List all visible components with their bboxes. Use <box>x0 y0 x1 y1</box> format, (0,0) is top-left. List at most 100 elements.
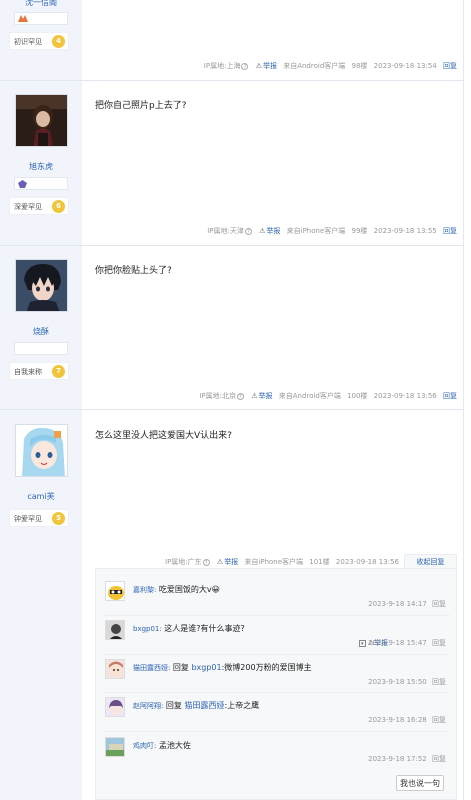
user-badge-row <box>14 12 68 25</box>
sub-reply-user[interactable]: bxgp01: <box>133 625 162 633</box>
sub-reply-text: 吃爱国饭的大v <box>158 585 212 594</box>
sub-reply-content: bxgp01: 这人是谁?有什么事迹? <box>133 623 245 634</box>
badge-icon <box>18 180 27 190</box>
sub-reply-meta: 2023-9-18 16:28 回复 <box>368 715 446 725</box>
sub-reply-meta: 2023-9-18 17:52 回复 <box>368 754 446 764</box>
sub-reply-content: 猫田露西娅: 回复 bxgp01:微博200万粉的爱国博主 <box>133 662 312 673</box>
post-time: 2023-09-18 13:56 <box>335 558 399 566</box>
badge-icon <box>18 15 28 24</box>
reply-link[interactable]: 回复 <box>443 61 457 71</box>
sub-reply-link[interactable]: 回复 <box>432 716 446 724</box>
client-source[interactable]: 来自Android客户端 <box>283 61 345 71</box>
post-meta: IP属地:北京? ⚠举报 来自Android客户端 100楼 2023-09-1… <box>95 391 457 403</box>
warning-icon: ⚠ <box>255 62 262 70</box>
sub-reply-text: 孟池大佐 <box>158 741 191 750</box>
sub-reply-time: 2023-9-18 16:28 <box>368 716 427 724</box>
sub-reply-content: 鸡肉叮: 孟池大佐 <box>133 740 191 751</box>
post-username[interactable]: 旭东虎 <box>0 161 82 172</box>
sub-reply-link[interactable]: 回复 <box>432 678 446 686</box>
sub-reply-user[interactable]: 猫田露西娅: <box>133 664 170 672</box>
sub-reply-text: 这人是谁?有什么事迹? <box>164 624 245 633</box>
list-item: 鸡肉叮: 孟池大佐 2023-9-18 17:52 回复 <box>105 737 450 773</box>
level-title: 自我来称 <box>14 368 42 376</box>
help-icon[interactable]: ? <box>237 392 244 400</box>
post-meta: IP属地:上海? ⚠举报 来自Android客户端 98楼 2023-09-18… <box>95 61 457 73</box>
post-content: 把你自己照片p上去了? <box>95 101 187 111</box>
client-source[interactable]: 来自Android客户端 <box>279 391 341 401</box>
sub-reply-user[interactable]: 赵阿阿翔: <box>133 702 163 710</box>
post-divider <box>0 80 463 81</box>
thread-page: 沈一信阁 初识罕见 4 IP属地:上海? ⚠举报 来自Android客户端 98… <box>0 0 471 800</box>
report-link[interactable]: 举报 <box>266 226 280 236</box>
level-title: 深爱罕见 <box>14 203 42 211</box>
user-level-badge[interactable]: 初识罕见 4 <box>9 32 69 50</box>
list-item: 嘉利黎: 吃爱国饭的大v😀 2023-9-18 14:17 回复 <box>105 581 450 617</box>
help-icon[interactable]: ? <box>241 62 249 70</box>
avatar[interactable] <box>15 424 68 477</box>
post-divider <box>0 245 463 246</box>
level-number: 4 <box>52 35 65 48</box>
user-level-badge[interactable]: 深爱罕见 6 <box>9 197 69 215</box>
post-content: 你把你脸贴上头了? <box>95 266 172 276</box>
client-source[interactable]: 来自iPhone客户端 <box>287 226 346 236</box>
list-item: bxgp01: 这人是谁?有什么事迹? ▾ ⚠举报 2023-9-18 15:47… <box>105 620 450 656</box>
post-time: 2023-09-18 13:54 <box>373 62 437 70</box>
post-time: 2023-09-18 13:56 <box>373 392 437 400</box>
avatar[interactable] <box>105 581 125 601</box>
sub-reply-link[interactable]: 回复 <box>432 600 446 608</box>
report-link[interactable]: 举报 <box>263 61 277 71</box>
sub-reply-divider <box>105 615 450 616</box>
chevron-down-icon[interactable]: ▾ <box>358 640 366 647</box>
post-username[interactable]: 烧酥 <box>0 326 82 337</box>
level-number: 5 <box>52 512 65 525</box>
post-time: 2023-09-18 13:55 <box>373 227 437 235</box>
sub-reply-meta: 2023-9-18 14:17 回复 <box>368 599 446 609</box>
sub-reply-content: 嘉利黎: 吃爱国饭的大v😀 <box>133 584 220 595</box>
level-number: 6 <box>52 200 65 213</box>
sub-reply-meta: 2023-9-18 15:47 回复 <box>368 638 446 648</box>
avatar[interactable] <box>105 697 125 717</box>
sub-reply-user[interactable]: 嘉利黎: <box>133 586 156 594</box>
post-divider <box>0 409 463 410</box>
avatar[interactable] <box>15 259 68 312</box>
collapse-replies-button[interactable]: 收起回复 <box>404 554 457 569</box>
help-icon[interactable]: ? <box>202 558 210 566</box>
sub-reply-meta: 2023-9-18 15:50 回复 <box>368 677 446 687</box>
reply-link[interactable]: 回复 <box>443 391 457 401</box>
post-username[interactable]: cami芙 <box>0 491 82 502</box>
report-link[interactable]: 举报 <box>259 391 273 401</box>
user-level-badge[interactable]: 钟爱罕见 5 <box>9 509 69 527</box>
sub-reply-link[interactable]: 回复 <box>432 639 446 647</box>
ip-location: IP属地:北京 <box>199 392 236 400</box>
reply-link[interactable]: 回复 <box>443 226 457 236</box>
ip-location: IP属地:上海 <box>203 62 241 70</box>
level-title: 钟爱罕见 <box>14 515 42 523</box>
avatar[interactable] <box>105 737 125 757</box>
avatar[interactable] <box>105 659 125 679</box>
add-reply-button[interactable]: 我也说一句 <box>396 775 444 791</box>
right-divider <box>463 0 464 800</box>
sub-reply-time: 2023-9-18 17:52 <box>368 755 427 763</box>
sub-reply-link[interactable]: 回复 <box>432 755 446 763</box>
post-username[interactable]: 沈一信阁 <box>0 0 82 8</box>
avatar[interactable] <box>105 620 125 640</box>
sub-reply-divider <box>105 654 450 655</box>
reply-target-user[interactable]: 猫田露西娅 <box>184 701 224 710</box>
client-source[interactable]: 来自iPhone客户端 <box>244 557 303 567</box>
sub-reply-divider <box>105 692 450 693</box>
report-link[interactable]: 举报 <box>224 557 238 567</box>
sub-reply-time: 2023-9-18 15:50 <box>368 678 427 686</box>
list-item: 赵阿阿翔: 回复 猫田露西娅:上帝之鹰 2023-9-18 16:28 回复 <box>105 697 450 733</box>
avatar[interactable] <box>15 94 68 147</box>
sub-reply-time: 2023-9-18 15:47 <box>368 639 427 647</box>
sub-reply-time: 2023-9-18 14:17 <box>368 600 427 608</box>
reply-target-user[interactable]: bxgp01 <box>191 663 221 672</box>
user-level-badge[interactable]: 自我来称 7 <box>9 362 69 380</box>
post-content: 怎么这里没人把这爱国大V认出来? <box>95 431 232 441</box>
reply-prefix: 回复 <box>172 663 189 672</box>
sub-reply-divider <box>105 731 450 732</box>
help-icon[interactable]: ? <box>244 227 252 235</box>
ip-location: IP属地:天津 <box>207 227 244 235</box>
sub-reply-user[interactable]: 鸡肉叮: <box>133 742 156 750</box>
user-badge-row <box>14 342 68 355</box>
